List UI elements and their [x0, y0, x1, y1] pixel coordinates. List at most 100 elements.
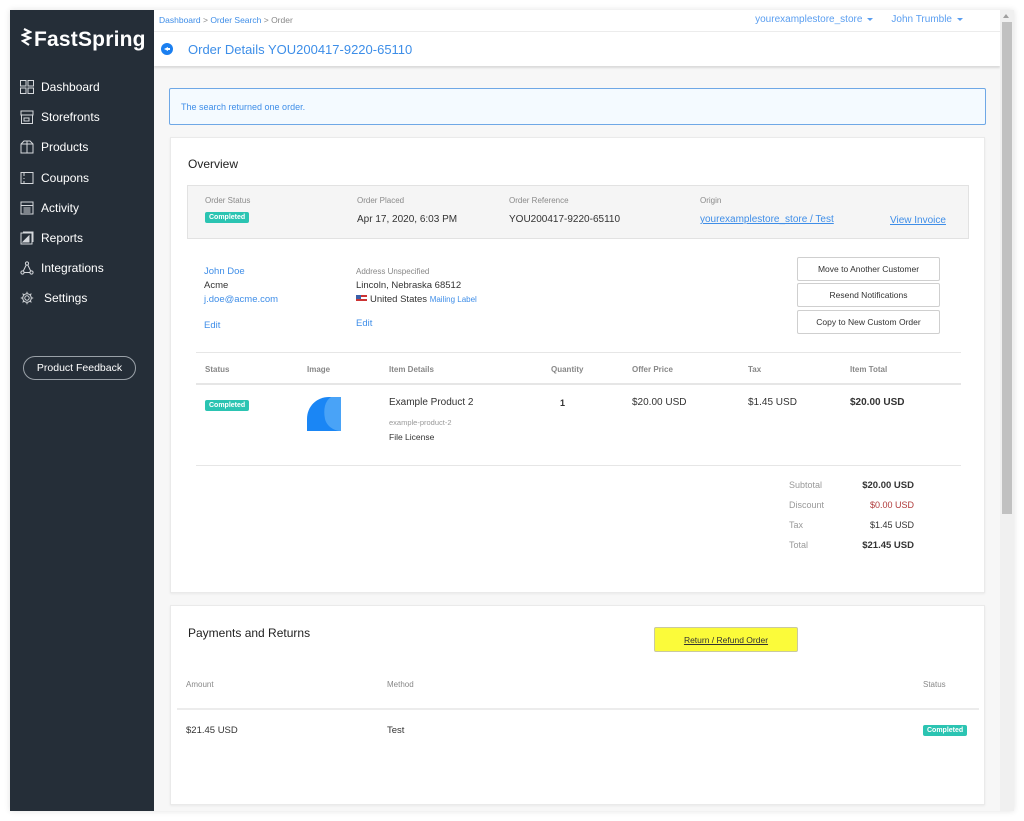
- gear-icon: [19, 290, 35, 306]
- total-label: Total: [789, 540, 809, 550]
- payment-method: Test: [387, 725, 405, 736]
- user-menu-dropdown[interactable]: John Trumble: [891, 14, 963, 25]
- page-title: Order Details YOU200417-9220-65110: [188, 42, 413, 57]
- scroll-thumb[interactable]: [1002, 22, 1012, 514]
- item-offer-price: $20.00 USD: [632, 397, 687, 408]
- sidebar-item-integrations[interactable]: Integrations: [10, 253, 154, 283]
- column-header-item-details: Item Details: [389, 365, 434, 374]
- order-status-badge: Completed: [205, 212, 250, 223]
- edit-customer-link[interactable]: Edit: [204, 319, 278, 333]
- overview-card: Overview Order Status Completed Order Pl…: [170, 137, 985, 593]
- sidebar-item-activity[interactable]: Activity: [10, 193, 154, 223]
- sidebar-item-label: Products: [41, 140, 89, 155]
- user-name: John Trumble: [891, 14, 952, 25]
- table-header-divider: [196, 383, 961, 385]
- sidebar: FastSpring Dashboard Storefronts Product…: [10, 10, 154, 811]
- customer-info: John Doe Acme j.doe@acme.com Edit: [204, 265, 278, 333]
- column-header-offer-price: Offer Price: [632, 365, 673, 374]
- top-bar: Dashboard > Order Search > Order yourexa…: [154, 10, 1000, 32]
- tax-label: Tax: [789, 520, 804, 530]
- customer-name-link[interactable]: John Doe: [204, 265, 278, 279]
- resend-notifications-button[interactable]: Resend Notifications: [797, 283, 940, 307]
- fastspring-logo[interactable]: FastSpring: [20, 28, 146, 52]
- item-sku: example-product-2: [389, 418, 452, 427]
- products-icon: [19, 139, 35, 155]
- sidebar-item-dashboard[interactable]: Dashboard: [10, 72, 154, 102]
- product-image: [307, 397, 341, 431]
- column-header-status: Status: [923, 680, 946, 689]
- column-header-method: Method: [387, 680, 414, 689]
- scroll-up-arrow-icon[interactable]: [1003, 14, 1009, 18]
- sidebar-item-label: Coupons: [41, 170, 90, 185]
- breadcrumb-separator: >: [202, 15, 208, 25]
- sidebar-nav: Dashboard Storefronts Products Coupons A…: [10, 72, 154, 314]
- payments-card: Payments and Returns Return / Refund Ord…: [170, 605, 985, 805]
- sidebar-item-products[interactable]: Products: [10, 132, 154, 162]
- return-refund-order-button[interactable]: Return / Refund Order: [654, 627, 798, 652]
- edit-address-link[interactable]: Edit: [356, 317, 477, 331]
- column-header-amount: Amount: [186, 680, 214, 689]
- view-invoice-link[interactable]: View Invoice: [890, 215, 946, 226]
- address-line: Lincoln, Nebraska 68512: [356, 280, 462, 291]
- column-header-image: Image: [307, 365, 331, 374]
- chevron-down-icon: [867, 17, 874, 21]
- sidebar-item-label: Settings: [44, 291, 88, 306]
- storefront-icon: [19, 109, 35, 125]
- sidebar-item-reports[interactable]: Reports: [10, 223, 154, 253]
- item-total: $20.00 USD: [850, 397, 905, 408]
- back-arrow-icon[interactable]: [161, 43, 173, 55]
- overview-title: Overview: [188, 157, 239, 171]
- vertical-scrollbar[interactable]: [1000, 10, 1014, 811]
- order-summary-box: Order Status Completed Order Placed Apr …: [187, 185, 969, 239]
- order-reference-label: Order Reference: [509, 196, 569, 205]
- subtotal-label: Subtotal: [789, 480, 823, 490]
- copy-to-new-custom-order-button[interactable]: Copy to New Custom Order: [797, 310, 940, 334]
- brand-name: FastSpring: [34, 28, 146, 51]
- origin-link[interactable]: yourexamplestore_store / Test: [700, 214, 834, 225]
- user-menus: yourexamplestore_store John Trumble: [755, 14, 963, 25]
- address-label: Address Unspecified: [356, 267, 430, 276]
- breadcrumb: Dashboard > Order Search > Order: [159, 15, 293, 25]
- payments-title: Payments and Returns: [188, 626, 311, 640]
- order-status-label: Order Status: [205, 196, 251, 205]
- dashboard-icon: [19, 79, 35, 95]
- address-country: United States: [370, 294, 428, 305]
- breadcrumb-dashboard-link[interactable]: Dashboard: [159, 15, 201, 25]
- order-placed-label: Order Placed: [357, 196, 405, 205]
- breadcrumb-separator: >: [263, 15, 269, 25]
- payment-amount: $21.45 USD: [186, 725, 238, 736]
- customer-email-link[interactable]: j.doe@acme.com: [204, 293, 278, 307]
- sidebar-item-storefronts[interactable]: Storefronts: [10, 102, 154, 132]
- column-header-tax: Tax: [748, 365, 762, 374]
- product-feedback-button[interactable]: Product Feedback: [23, 356, 136, 380]
- chevron-down-icon: [957, 17, 963, 21]
- activity-icon: [19, 200, 35, 216]
- sidebar-item-label: Integrations: [41, 261, 104, 276]
- store-selector-dropdown[interactable]: yourexamplestore_store: [755, 14, 874, 25]
- breadcrumb-order-search-link[interactable]: Order Search: [210, 15, 261, 25]
- reports-icon: [19, 230, 35, 246]
- title-bar: Order Details YOU200417-9220-65110: [154, 32, 1000, 66]
- column-header-quantity: Quantity: [551, 365, 584, 374]
- sidebar-item-label: Activity: [41, 200, 80, 215]
- discount-value: $0.00 USD: [869, 500, 914, 510]
- customer-company: Acme: [204, 280, 229, 291]
- item-quantity: 1: [560, 398, 566, 408]
- subtotal-value: $20.00 USD: [862, 480, 914, 491]
- item-tax: $1.45 USD: [748, 397, 797, 408]
- tax-value: $1.45 USD: [869, 520, 914, 530]
- search-result-alert: The search returned one order.: [169, 88, 986, 125]
- discount-label: Discount: [789, 500, 825, 510]
- table-header-divider: [177, 708, 979, 710]
- address-info: Address Unspecified Lincoln, Nebraska 68…: [356, 265, 477, 331]
- table-divider: [196, 465, 961, 466]
- sidebar-item-settings[interactable]: Settings: [10, 283, 154, 313]
- sidebar-item-coupons[interactable]: Coupons: [10, 163, 154, 193]
- breadcrumb-current: Order: [271, 15, 293, 25]
- payment-status-badge: Completed: [923, 725, 968, 736]
- logo-mark-icon: [20, 28, 33, 52]
- move-to-another-customer-button[interactable]: Move to Another Customer: [797, 257, 940, 281]
- file-license-link[interactable]: File License: [389, 432, 434, 442]
- sidebar-item-label: Storefronts: [41, 110, 100, 125]
- mailing-label-link[interactable]: Mailing Label: [430, 295, 477, 304]
